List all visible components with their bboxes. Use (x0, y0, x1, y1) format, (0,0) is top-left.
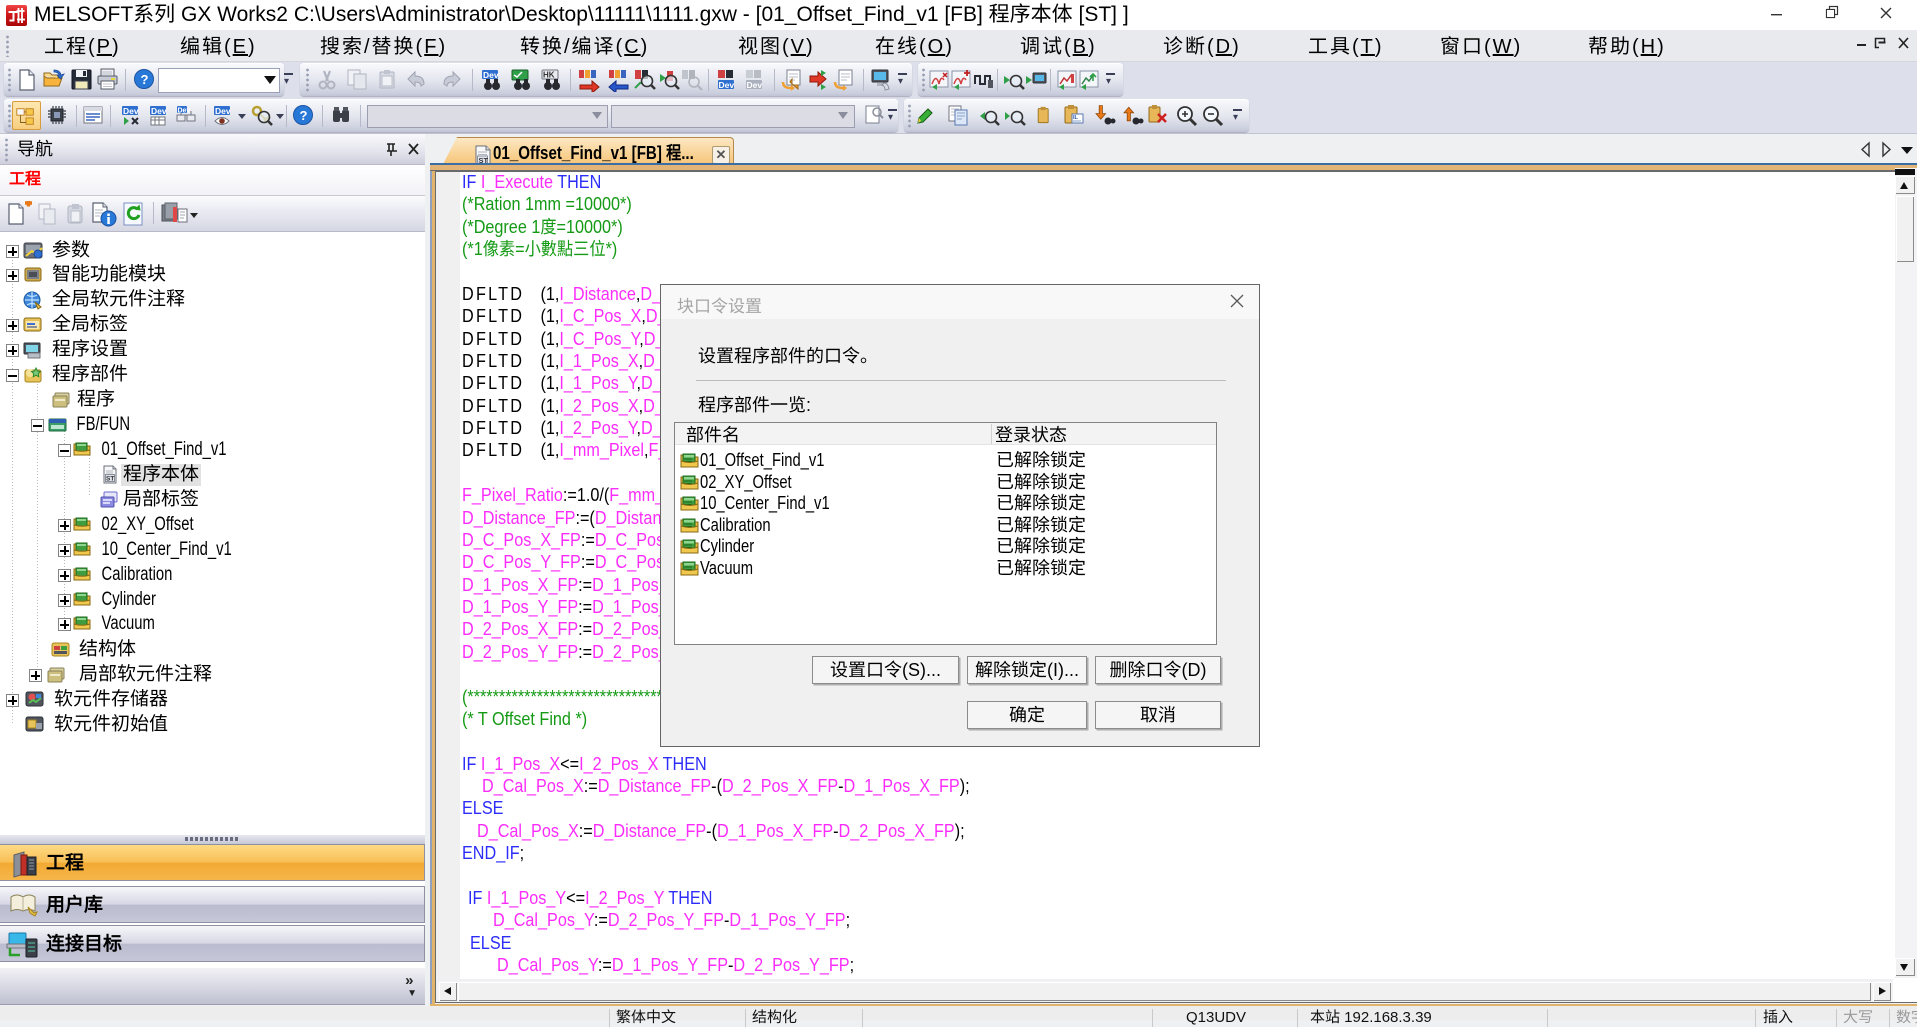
svg-text:Dev: Dev (178, 108, 191, 115)
svg-text:Dev: Dev (719, 80, 735, 90)
svg-text:?: ? (300, 108, 308, 123)
svg-text:?: ? (141, 72, 149, 87)
svg-text:Dev: Dev (151, 106, 167, 116)
svg-text:IL: IL (1073, 115, 1079, 121)
svg-text:HK: HK (543, 71, 555, 80)
svg-text:Dev: Dev (747, 80, 763, 90)
svg-text:Dev: Dev (123, 106, 139, 116)
svg-text:Dev: Dev (483, 70, 499, 80)
svg-text:ST: ST (106, 476, 114, 483)
svg-text:Dev: Dev (215, 106, 231, 116)
